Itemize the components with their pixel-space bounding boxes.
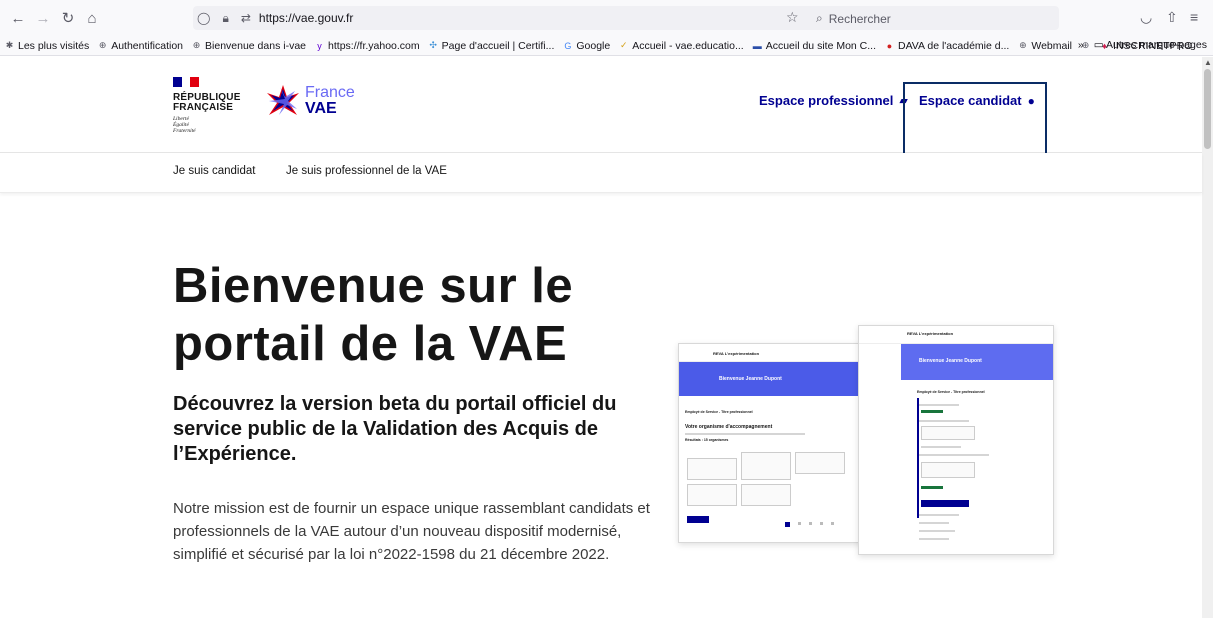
home-icon[interactable]: ⌂ xyxy=(82,8,102,28)
bookmark-item[interactable]: ⊕ Bienvenue dans i-vae xyxy=(187,40,310,52)
bookmark-item[interactable]: y https://fr.yahoo.com xyxy=(310,40,424,52)
bookmark-item[interactable]: ✓ Accueil - vae.educatio... xyxy=(614,40,747,52)
mockup-page-back: REVA L'expérimentation Bienvenue Jeanne … xyxy=(678,343,866,543)
other-bookmarks-folder[interactable]: ▭ Autres marque-pages xyxy=(1094,39,1207,51)
nav-item-professionnel[interactable]: Je suis professionnel de la VAE xyxy=(286,165,447,177)
folder-icon: ▭ xyxy=(1093,39,1104,51)
bookmark-label: Authentification xyxy=(111,39,184,52)
account-circle-icon: ● xyxy=(1027,93,1035,108)
gear-icon: ✱ xyxy=(5,40,14,50)
reload-icon[interactable]: ↻ xyxy=(58,8,78,28)
mockup-org-title: Votre organisme d'accompagnement xyxy=(685,424,773,430)
bookmark-item[interactable]: ✱ Les plus visités xyxy=(0,40,93,52)
bookmark-label: Bienvenue dans i-vae xyxy=(205,39,307,52)
bookmarks-overflow: » ▭ Autres marque-pages xyxy=(1078,39,1207,51)
bookmark-item[interactable]: ● DAVA de l'académie d... xyxy=(880,40,1013,52)
other-bookmarks-label: Autres marque-pages xyxy=(1106,39,1207,51)
pocket-icon[interactable]: ◡ xyxy=(1140,9,1152,26)
flag-icon xyxy=(173,77,200,87)
mockup-results: Résultats : 15 organismes xyxy=(685,438,729,442)
mockup-diploma-back: Employé de Service - Titre professionnel xyxy=(685,410,753,414)
bookmark-label: Google xyxy=(576,39,611,52)
brand-vae: VAE xyxy=(305,100,337,117)
nav-item-candidat[interactable]: Je suis candidat xyxy=(173,165,255,177)
shield-icon[interactable]: ◯ xyxy=(197,11,210,25)
bookmark-label: DAVA de l'académie d... xyxy=(898,39,1010,52)
forward-icon[interactable]: → xyxy=(33,8,53,28)
mockup-greeting-front: Bienvenue Jeanne Dupont xyxy=(919,358,982,364)
espace-candidat-link[interactable]: Espace candidat ● xyxy=(919,93,1035,108)
permissions-icon[interactable]: ⇄ xyxy=(241,11,251,25)
hero-body: Notre mission est de fournir un espace u… xyxy=(173,500,650,563)
dava-icon: ● xyxy=(886,40,893,51)
brand-france: France xyxy=(305,84,355,101)
bookmark-item[interactable]: ✣ Page d'accueil | Certifi... xyxy=(424,40,559,52)
mockup-page-front: REVA L'expérimentation Bienvenue Jeanne … xyxy=(858,325,1054,555)
bookmark-item[interactable]: ▬ Accueil du site Mon C... xyxy=(748,40,880,52)
site-header: RÉPUBLIQUE FRANÇAISE Liberté Égalité Fra… xyxy=(0,57,1202,161)
moncompte-icon: ▬ xyxy=(752,40,762,51)
bookmark-label: https://fr.yahoo.com xyxy=(328,39,420,52)
bookmark-item[interactable]: G Google xyxy=(558,40,614,52)
rf-title-line-2: FRANÇAISE xyxy=(173,102,234,113)
globe-icon: ⊕ xyxy=(1019,40,1027,50)
share-icon[interactable]: ⇧ xyxy=(1166,9,1178,26)
sub-navigation: Je suis candidat Je suis professionnel d… xyxy=(0,153,1202,193)
mockup-diploma-front: Employé de Service - Titre professionnel xyxy=(917,390,985,394)
search-placeholder: Rechercher xyxy=(828,11,891,26)
scroll-up-icon[interactable]: ▲ xyxy=(1204,58,1212,67)
bookmark-label: Accueil - vae.educatio... xyxy=(632,39,744,52)
back-icon[interactable]: ← xyxy=(8,8,28,28)
bookmark-star-icon[interactable]: ☆ xyxy=(786,9,799,26)
url-text[interactable]: https://vae.gouv.fr xyxy=(259,11,354,25)
mockup-app-name: REVA L'expérimentation xyxy=(713,351,760,356)
lock-icon[interactable]: 🔒︎ xyxy=(222,11,228,26)
bookmarks-bar: ✱ Les plus visités ⊕ Authentification ⊕ Bienv… xyxy=(0,36,1213,56)
bookmark-item[interactable]: ⊕ Webmail xyxy=(1013,40,1076,52)
bookmark-label: Les plus visités xyxy=(18,39,90,52)
search-icon: ⌕ xyxy=(816,11,823,25)
rf-motto-fraternite: Fraternité xyxy=(173,128,196,134)
espace-candidat-label: Espace candidat xyxy=(919,93,1022,108)
globe-icon: ⊕ xyxy=(192,40,201,50)
globe-icon: ⊕ xyxy=(98,40,107,50)
espace-professionnel-label: Espace professionnel xyxy=(759,93,894,108)
chevron-double-right-icon[interactable]: » xyxy=(1078,39,1084,51)
yahoo-icon: y xyxy=(317,40,322,51)
bookmark-label: Page d'accueil | Certifi... xyxy=(441,39,555,52)
menu-icon[interactable]: ≡ xyxy=(1190,9,1198,25)
hero-subtitle: Découvrez la version beta du portail off… xyxy=(173,393,617,465)
google-icon: G xyxy=(564,40,572,51)
republique-francaise-logo[interactable]: RÉPUBLIQUE FRANÇAISE Liberté Égalité Fra… xyxy=(173,77,243,134)
bookmark-label: Webmail xyxy=(1031,39,1072,52)
bookmark-label: Accueil du site Mon C... xyxy=(765,39,876,52)
bookmark-item[interactable]: ⊕ Authentification xyxy=(93,40,187,52)
hero-title: Bienvenue sur le portail de la VAE xyxy=(173,259,574,371)
scroll-thumb[interactable] xyxy=(1204,69,1211,149)
espace-professionnel-link[interactable]: Espace professionnel ▰ xyxy=(759,93,908,108)
mockup-app-name-front: REVA L'expérimentation xyxy=(907,331,954,336)
browser-toolbar: ← → ↻ ⌂ ◯ 🔒︎ ⇄ https://vae.gouv.fr ☆ ⌕ R… xyxy=(0,0,1213,36)
edu-icon: ✓ xyxy=(619,40,628,50)
page-scrollbar[interactable]: ▲ xyxy=(1202,57,1213,618)
address-bar[interactable]: ◯ 🔒︎ ⇄ https://vae.gouv.fr ☆ ⌕ Recherche… xyxy=(193,6,1059,30)
search-field[interactable]: ⌕ Rechercher xyxy=(816,11,891,26)
mockup-greeting-back: Bienvenue Jeanne Dupont xyxy=(719,376,782,382)
certif-icon: ✣ xyxy=(429,40,437,50)
